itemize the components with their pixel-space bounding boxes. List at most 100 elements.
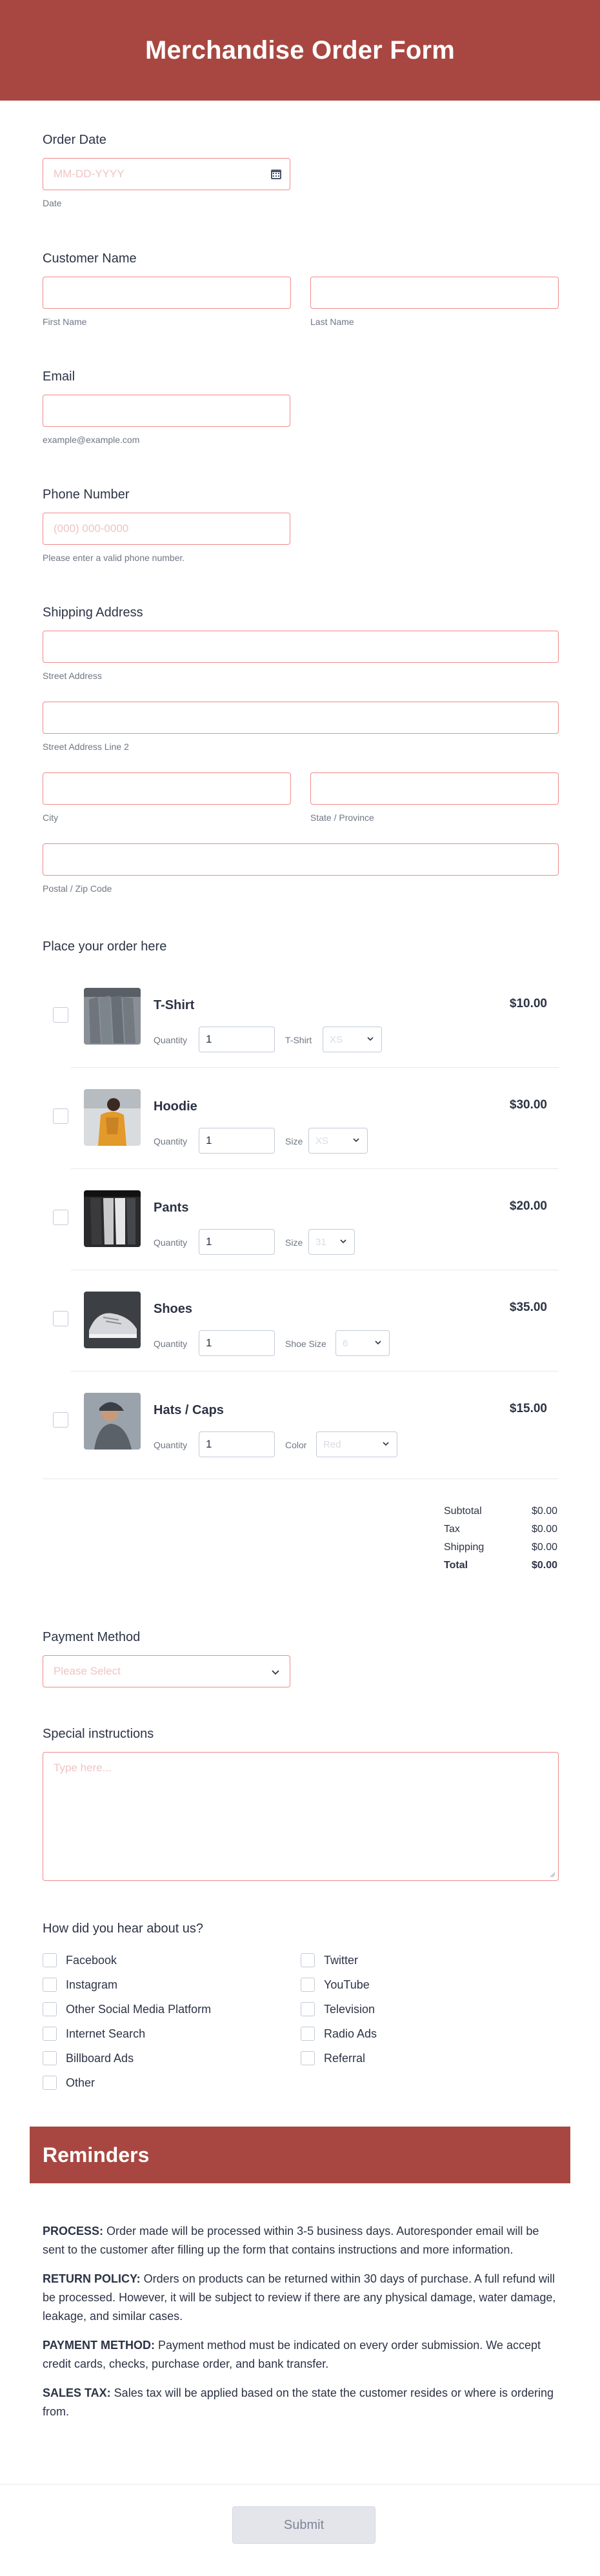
quantity-input[interactable]: 1 — [199, 1330, 275, 1356]
last-name-sublabel: Last Name — [310, 317, 354, 327]
reminders-title: Reminders — [43, 2143, 150, 2167]
quantity-input[interactable]: 1 — [199, 1229, 275, 1255]
option-select[interactable]: 6 — [335, 1330, 390, 1356]
special-instructions-textarea[interactable]: Type here... — [43, 1752, 559, 1881]
total-row: Total $0.00 — [444, 1557, 557, 1575]
option-other-social[interactable]: Other Social Media Platform — [43, 2002, 301, 2016]
checkbox[interactable] — [43, 2076, 57, 2090]
form-header: Merchandise Order Form — [0, 0, 600, 101]
option-referral[interactable]: Referral — [301, 2051, 559, 2065]
product-price: $35.00 — [509, 1301, 547, 1314]
product-checkbox[interactable] — [53, 1108, 68, 1124]
order-date-field: Order Date MM-DD-YYYY Date — [43, 133, 290, 208]
product-checkbox[interactable] — [53, 1210, 68, 1225]
reminder-process: PROCESS: Order made will be processed wi… — [43, 2222, 559, 2259]
option-select[interactable]: 31 — [308, 1229, 355, 1255]
reminders-body: PROCESS: Order made will be processed wi… — [43, 2222, 559, 2432]
phone-input[interactable]: (000) 000-0000 — [43, 513, 290, 545]
email-input[interactable] — [43, 395, 290, 427]
option-twitter[interactable]: Twitter — [301, 1953, 559, 1967]
checkbox[interactable] — [301, 1953, 315, 1967]
phone-sublabel: Please enter a valid phone number. — [43, 553, 185, 563]
phone-field: Phone Number (000) 000-0000 Please enter… — [43, 487, 290, 563]
state-input[interactable] — [310, 772, 559, 805]
option-internet-search[interactable]: Internet Search — [43, 2027, 301, 2041]
checkbox[interactable] — [43, 2027, 57, 2041]
special-instructions-field: Special instructions Type here... — [43, 1727, 559, 1881]
product-row-tshirt: T-Shirt $10.00 Quantity 1 T-Shirt XS — [43, 966, 559, 1067]
order-totals: Subtotal $0.00 Tax $0.00 Shipping $0.00 Tot… — [444, 1502, 557, 1575]
option-other[interactable]: Other — [43, 2076, 301, 2090]
chevron-down-icon — [367, 1037, 374, 1041]
option-select[interactable]: XS — [308, 1128, 368, 1154]
checkbox[interactable] — [301, 2002, 315, 2016]
reminder-heading: RETURN POLICY: — [43, 2272, 141, 2285]
product-name: Shoes — [154, 1302, 193, 1316]
chevron-down-icon — [272, 1670, 279, 1675]
chevron-down-icon — [383, 1442, 389, 1446]
option-television[interactable]: Television — [301, 2002, 559, 2016]
option-instagram[interactable]: Instagram — [43, 1978, 301, 1992]
order-date-placeholder: MM-DD-YYYY — [54, 168, 125, 180]
quantity-label: Quantity — [154, 1035, 188, 1045]
tax-label: Tax — [444, 1524, 460, 1535]
pants-image — [84, 1190, 141, 1247]
option-select[interactable]: XS — [323, 1027, 382, 1052]
option-select[interactable]: Red — [316, 1431, 397, 1457]
chevron-down-icon — [340, 1239, 346, 1244]
quantity-label: Quantity — [154, 1237, 188, 1248]
checkbox[interactable] — [43, 2051, 57, 2065]
hoodie-image — [84, 1089, 141, 1146]
resize-handle-icon[interactable] — [549, 1871, 555, 1878]
product-checkbox[interactable] — [53, 1412, 68, 1428]
option-facebook[interactable]: Facebook — [43, 1953, 301, 1967]
reminder-heading: PAYMENT METHOD: — [43, 2339, 155, 2352]
street-address-2-sublabel: Street Address Line 2 — [43, 742, 129, 752]
option-billboard-ads[interactable]: Billboard Ads — [43, 2051, 301, 2065]
payment-method-select[interactable]: Please Select — [43, 1655, 290, 1687]
product-row-hoodie: Hoodie $30.00 Quantity 1 Size XS — [43, 1067, 559, 1168]
checkbox[interactable] — [301, 2027, 315, 2041]
product-price: $20.00 — [509, 1199, 547, 1213]
option-label: Television — [324, 2002, 375, 2016]
order-label: Place your order here — [43, 939, 167, 954]
reminder-heading: PROCESS: — [43, 2225, 104, 2237]
calendar-icon[interactable] — [270, 168, 282, 180]
phone-placeholder: (000) 000-0000 — [54, 522, 129, 535]
option-label: Size — [285, 1237, 303, 1248]
submit-button[interactable]: Submit — [232, 2506, 375, 2544]
email-field: Email example@example.com — [43, 369, 290, 445]
street-address-input[interactable] — [43, 631, 559, 663]
product-price: $15.00 — [509, 1402, 547, 1415]
street-address-2-input[interactable] — [43, 702, 559, 734]
first-name-input[interactable] — [43, 277, 291, 309]
zip-input[interactable] — [43, 843, 559, 876]
option-youtube[interactable]: YouTube — [301, 1978, 559, 1992]
checkbox[interactable] — [43, 2002, 57, 2016]
option-value: 31 — [315, 1236, 326, 1248]
quantity-input[interactable]: 1 — [199, 1431, 275, 1457]
street-address-sublabel: Street Address — [43, 671, 102, 681]
option-label: Billboard Ads — [66, 2051, 134, 2065]
checkbox[interactable] — [301, 1978, 315, 1992]
checkbox[interactable] — [301, 2051, 315, 2065]
option-label: Shoe Size — [285, 1339, 326, 1349]
subtotal-value: $0.00 — [531, 1506, 557, 1517]
quantity-input[interactable]: 1 — [199, 1027, 275, 1052]
order-date-input[interactable]: MM-DD-YYYY — [43, 158, 290, 190]
product-checkbox[interactable] — [53, 1311, 68, 1326]
checkbox[interactable] — [43, 1953, 57, 1967]
quantity-input[interactable]: 1 — [199, 1128, 275, 1154]
product-price: $30.00 — [509, 1098, 547, 1112]
email-label: Email — [43, 369, 75, 384]
city-input[interactable] — [43, 772, 291, 805]
option-radio-ads[interactable]: Radio Ads — [301, 2027, 559, 2041]
last-name-input[interactable] — [310, 277, 559, 309]
phone-label: Phone Number — [43, 487, 130, 502]
product-checkbox[interactable] — [53, 1007, 68, 1023]
product-name: Hoodie — [154, 1099, 197, 1114]
reminder-payment-method: PAYMENT METHOD: Payment method must be i… — [43, 2336, 559, 2374]
reminders-header: Reminders — [30, 2127, 570, 2183]
checkbox[interactable] — [43, 1978, 57, 1992]
option-label: Color — [285, 1440, 307, 1450]
